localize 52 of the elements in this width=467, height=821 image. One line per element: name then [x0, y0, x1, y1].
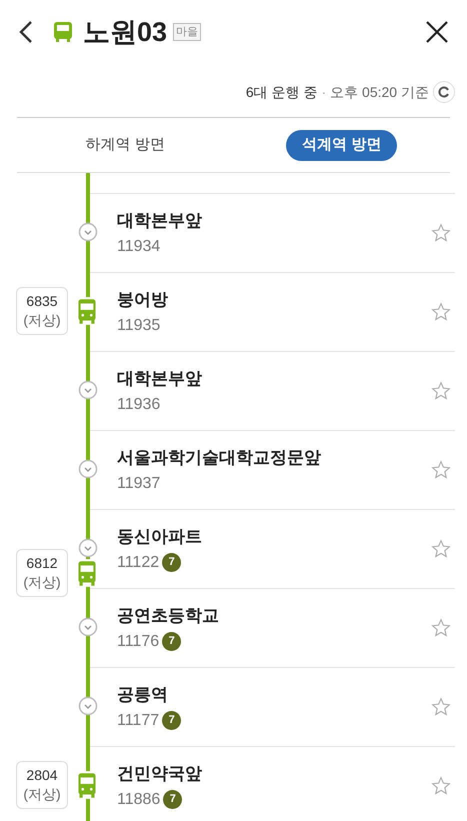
subway-line-badge: 7	[162, 632, 182, 651]
chevron-down-icon	[78, 696, 98, 716]
stop-code: 11937	[117, 474, 160, 494]
separator-dot: ·	[322, 83, 326, 102]
stop-name: 공릉역	[117, 684, 169, 706]
stop-code: 11177	[117, 710, 160, 730]
star-icon	[431, 776, 451, 796]
chevron-down-icon	[78, 222, 98, 242]
chevron-down-icon	[78, 380, 98, 400]
direction-tab[interactable]: 석계역 방면	[286, 130, 398, 160]
bus-number: 6835	[26, 292, 58, 311]
star-icon	[431, 697, 451, 717]
bus-note: (저상)	[23, 311, 61, 330]
stop-code: 11934	[117, 236, 160, 256]
stop-name: 공연초등학교	[117, 604, 220, 626]
direction-tab[interactable]: 하계역 방면	[70, 130, 181, 160]
bus-icon	[53, 21, 73, 43]
stop-code: 11936	[117, 394, 160, 414]
subway-line-badge: 7	[162, 711, 182, 730]
stop-name: 대학본부앞	[117, 210, 203, 232]
subway-line-badge: 7	[162, 553, 182, 572]
running-count: 6대 운행 중	[246, 83, 318, 102]
bus-note: (저상)	[23, 785, 61, 804]
route-title: 노원03	[83, 16, 168, 49]
stop-name: 대학본부앞	[117, 368, 203, 390]
star-icon	[431, 460, 451, 480]
star-icon	[431, 539, 451, 559]
star-icon	[431, 223, 451, 243]
stop-code: 11886	[117, 790, 160, 810]
stop-name: 붕어방	[117, 288, 169, 310]
stop-code: 11176	[117, 632, 160, 652]
star-icon	[431, 618, 451, 638]
stop-name: 동신아파트	[117, 526, 203, 548]
chevron-down-icon	[78, 538, 98, 558]
bus-note: (저상)	[23, 573, 61, 592]
chevron-left-icon	[19, 20, 33, 44]
star-icon	[431, 302, 451, 322]
subway-line-badge: 7	[163, 790, 182, 809]
stop-code: 11935	[117, 316, 160, 336]
bus-number: 6812	[26, 554, 58, 573]
refresh-icon	[438, 86, 450, 98]
close-icon	[425, 20, 449, 44]
chevron-down-icon	[78, 617, 98, 637]
stop-name: 건민약국앞	[117, 762, 203, 784]
refresh-button[interactable]	[433, 81, 455, 103]
stop-name: 서울과학기술대학교정문앞	[117, 446, 322, 468]
stop-code: 11122	[117, 552, 160, 572]
route-tag: 마을	[173, 23, 202, 41]
update-time: 오후 05:20 기준	[330, 83, 429, 102]
bus-number: 2804	[26, 766, 58, 785]
chevron-down-icon	[78, 459, 98, 479]
star-icon	[431, 381, 451, 401]
